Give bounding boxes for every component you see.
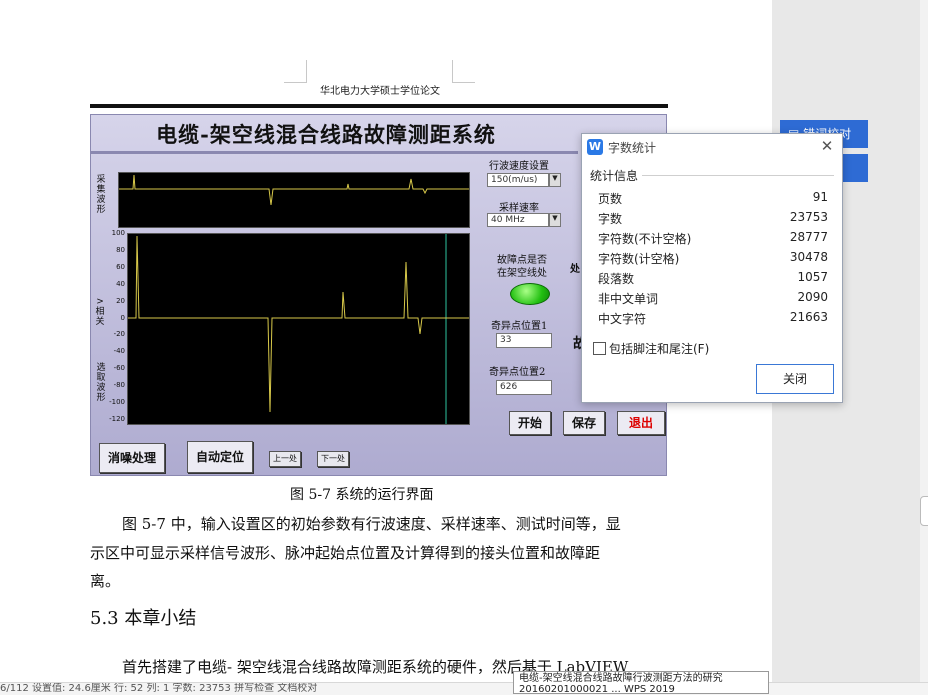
y-tick-label: 80 bbox=[116, 245, 125, 254]
paragraph-line-2: 示区中可显示采样信号波形、脉冲起始点位置及计算得到的接头位置和故障距 bbox=[90, 544, 601, 562]
save-button[interactable]: 保存 bbox=[563, 411, 605, 435]
stat-row-chinese-chars: 中文字符 21663 bbox=[598, 310, 828, 326]
next-button[interactable]: 下一处 bbox=[317, 451, 349, 467]
include-footnotes-label[interactable]: 包括脚注和尾注(F) bbox=[609, 340, 709, 357]
speed-select[interactable]: 150(m/us) bbox=[487, 173, 549, 187]
fault-label-fragment: 处 bbox=[570, 264, 580, 275]
y-tick-label: -100 bbox=[109, 398, 125, 407]
y-tick-label: -60 bbox=[113, 364, 125, 373]
stat-row-chars-no-space: 字符数(不计空格) 28777 bbox=[598, 230, 828, 246]
figure-caption: 图 5-7 系统的运行界面 bbox=[290, 487, 434, 503]
y-tick-label: 100 bbox=[111, 229, 125, 237]
document-tooltip: 电缆-架空线混合线路故障行波测距方法的研究 20160201000021 ...… bbox=[513, 671, 769, 694]
crop-mark-right bbox=[452, 60, 475, 83]
header-rule bbox=[90, 104, 668, 108]
fault-indicator-led bbox=[510, 283, 550, 305]
main-waveform-plot bbox=[127, 233, 470, 425]
page-header: 华北电力大学硕士学位论文 bbox=[320, 86, 440, 97]
autolocate-button[interactable]: 自动定位 bbox=[187, 441, 253, 473]
acquired-waveform-svg bbox=[119, 174, 469, 206]
prev-button[interactable]: 上一处 bbox=[269, 451, 301, 467]
y-tick-label: -20 bbox=[113, 330, 125, 339]
acquired-waveform-plot bbox=[118, 172, 470, 228]
dialog-title: 字数统计 bbox=[608, 141, 657, 155]
y-tick-label: 0 bbox=[120, 313, 125, 322]
exit-button[interactable]: 退出 bbox=[617, 411, 665, 435]
speed-label: 行波速度设置 bbox=[489, 161, 549, 172]
pos2-field[interactable]: 626 bbox=[496, 380, 552, 395]
fault-label-line2: 在架空线处 bbox=[497, 268, 547, 279]
tooltip-line-2: 20160201000021 ... WPS 2019 bbox=[519, 684, 675, 694]
tooltip-line-1: 电缆-架空线混合线路故障行波测距方法的研究 bbox=[519, 673, 723, 684]
pos1-field[interactable]: 33 bbox=[496, 333, 552, 348]
y-tick-label: -80 bbox=[113, 381, 125, 390]
denoise-button[interactable]: 消噪处理 bbox=[99, 443, 165, 473]
section-heading: 5.3 本章小结 bbox=[90, 608, 197, 629]
speed-select-arrow[interactable]: ▼ bbox=[549, 173, 561, 187]
y-tick-label: 60 bbox=[116, 262, 125, 271]
label-acq: 采集 波形 bbox=[96, 175, 106, 215]
stat-row-pages: 页数 91 bbox=[598, 190, 828, 206]
stat-row-non-chinese-words: 非中文单词 2090 bbox=[598, 290, 828, 306]
rate-select[interactable]: 40 MHz bbox=[487, 213, 549, 227]
section-separator bbox=[642, 175, 834, 176]
y-tick-label: -40 bbox=[113, 347, 125, 356]
stat-row-paragraphs: 段落数 1057 bbox=[598, 270, 828, 286]
crop-mark-left bbox=[284, 60, 307, 83]
include-footnotes-checkbox[interactable] bbox=[593, 342, 606, 355]
main-waveform-svg bbox=[128, 234, 469, 424]
word-count-dialog: W 字数统计 ✕ 统计信息 页数 91 字数 23753 字符数(不计空格) 2877… bbox=[581, 133, 843, 403]
paragraph-line-3: 离。 bbox=[90, 572, 121, 590]
y-tick-label: -120 bbox=[109, 415, 125, 423]
dialog-titlebar[interactable]: W 字数统计 ✕ bbox=[582, 134, 842, 160]
stats-section-label: 统计信息 bbox=[590, 169, 639, 183]
y-tick-label: 40 bbox=[116, 279, 125, 288]
wps-logo-icon: W bbox=[587, 139, 603, 155]
pos1-label: 奇异点位置1 bbox=[491, 321, 548, 332]
figure-title: 电缆-架空线混合线路故障测距系统 bbox=[156, 122, 496, 147]
stat-row-chars-with-space: 字符数(计空格) 30478 bbox=[598, 250, 828, 266]
status-bar: 6/112 设置值: 24.6厘米 行: 52 列: 1 字数: 23753 拼… bbox=[0, 682, 928, 695]
rate-select-arrow[interactable]: ▼ bbox=[549, 213, 561, 227]
paragraph-line-1: 图 5-7 中，输入设置区的初始参数有行波速度、采样速率、测试时间等，显 bbox=[122, 515, 621, 533]
side-panel-toggle[interactable] bbox=[920, 496, 928, 526]
side-scroll-strip bbox=[920, 0, 928, 694]
y-tick-label: 20 bbox=[116, 296, 125, 305]
close-icon[interactable]: ✕ bbox=[818, 137, 836, 155]
figure-title-bar bbox=[91, 151, 578, 154]
stat-row-words: 字数 23753 bbox=[598, 210, 828, 226]
rate-label: 采样速率 bbox=[499, 203, 539, 214]
start-button[interactable]: 开始 bbox=[509, 411, 551, 435]
pos2-label: 奇异点位置2 bbox=[489, 367, 546, 378]
close-button[interactable]: 关闭 bbox=[756, 364, 834, 394]
